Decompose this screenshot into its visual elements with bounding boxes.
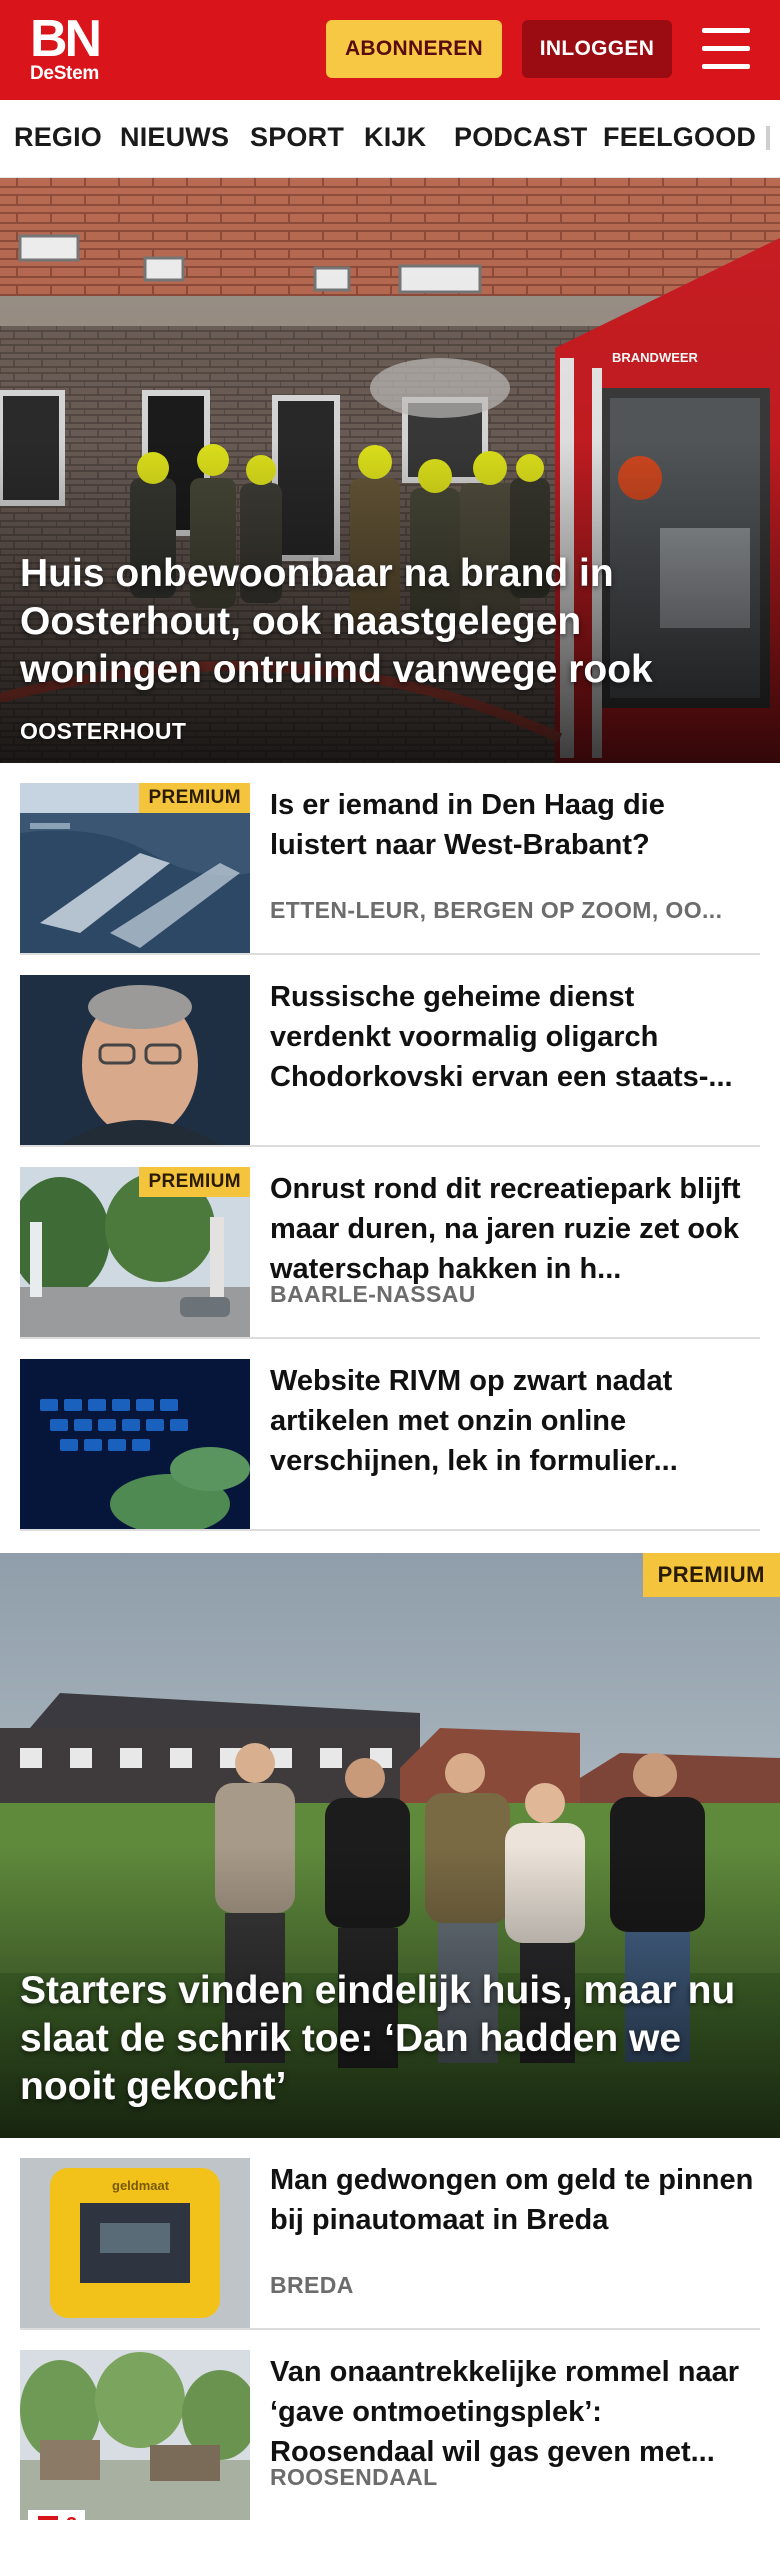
list-item[interactable]: Russische geheime dienst verdenkt voorma… [20, 955, 760, 1147]
article-location: ETTEN-LEUR, BERGEN OP ZOOM, OO... [270, 897, 723, 923]
list-item[interactable]: PREMIUM Onrust rond dit recreatiepark bl… [20, 1147, 760, 1339]
article-location: BREDA [270, 2272, 354, 2298]
login-button[interactable]: INLOGGEN [522, 20, 672, 78]
list-item[interactable]: Website RIVM op zwart nadat artikelen me… [20, 1339, 760, 1531]
list-item[interactable]: 2 Van onaantrekkelijke rommel naar ‘gave… [20, 2330, 760, 2560]
article-title[interactable]: Man gedwongen om geld te pinnen bij pina… [270, 2160, 755, 2240]
article-thumbnail [20, 1359, 250, 1529]
comment-count-badge[interactable]: 2 [28, 2510, 86, 2521]
hamburger-menu-icon[interactable] [696, 24, 756, 74]
hero-article[interactable]: BRANDWEER Huis onbewoonbaar na brand in … [0, 178, 780, 763]
hero-location: OOSTERHOUT [20, 718, 187, 744]
nav-item-kijk[interactable]: KIJK [364, 122, 426, 153]
article-title[interactable]: Russische geheime dienst verdenkt voorma… [270, 977, 755, 1097]
list-item[interactable]: geldmaat Man gedwongen om geld te pinnen… [20, 2138, 760, 2330]
nav-item-regio[interactable]: REGIO [14, 122, 102, 153]
nav-item-podcast[interactable]: PODCAST [454, 122, 587, 153]
article-title[interactable]: Van onaantrekkelijke rommel naar ‘gave o… [270, 2352, 755, 2472]
article-thumbnail: 2 [20, 2350, 250, 2520]
article-thumbnail: PREMIUM [20, 1167, 250, 1337]
premium-badge: PREMIUM [139, 783, 250, 813]
article-title[interactable]: Website RIVM op zwart nadat artikelen me… [270, 1361, 755, 1481]
logo-bn-text: BN [30, 10, 102, 68]
keyboard-image [20, 1359, 250, 1529]
article-title[interactable]: Is er iemand in Den Haag die luistert na… [270, 785, 755, 865]
list-item[interactable]: PREMIUM Is er iemand in Den Haag die lui… [20, 763, 760, 955]
hero-title[interactable]: Huis onbewoonbaar na brand in Oosterhout… [20, 550, 720, 694]
article-title[interactable]: Onrust rond dit recreatiepark blijft maa… [270, 1169, 755, 1289]
nav-item-feelgood[interactable]: FEELGOOD [603, 122, 756, 153]
portrait-image [20, 975, 250, 1145]
comment-count: 2 [66, 2514, 77, 2521]
site-logo[interactable]: BN DeStem [30, 10, 110, 86]
atm-image: geldmaat [20, 2158, 250, 2328]
speech-bubble-icon [38, 2516, 58, 2520]
article-location: BAARLE-NASSAU [270, 1281, 476, 1307]
atm-sign-text: geldmaat [112, 2178, 170, 2193]
nav-item-sport[interactable]: SPORT [250, 122, 344, 153]
article-thumbnail: geldmaat [20, 2158, 250, 2328]
town-square-image [20, 2350, 250, 2520]
article-location: ROOSENDAAL [270, 2464, 438, 2490]
section-nav: REGIO NIEUWS SPORT KIJK PODCAST FEELGOOD [0, 100, 780, 178]
nav-overflow-indicator [766, 126, 770, 150]
logo-destem-text: DeStem [30, 63, 99, 84]
site-header: BN DeStem ABONNEREN INLOGGEN [0, 0, 780, 100]
premium-badge: PREMIUM [642, 1553, 780, 1597]
article-thumbnail: PREMIUM [20, 783, 250, 953]
subscribe-button[interactable]: ABONNEREN [326, 20, 502, 78]
article-thumbnail [20, 975, 250, 1145]
premium-badge: PREMIUM [139, 1167, 250, 1197]
feature-article[interactable]: PREMIUM Starters vinden eindelijk huis, … [0, 1553, 780, 2138]
nav-item-nieuws[interactable]: NIEUWS [120, 122, 229, 153]
feature-title[interactable]: Starters vinden eindelijk huis, maar nu … [20, 1967, 760, 2111]
